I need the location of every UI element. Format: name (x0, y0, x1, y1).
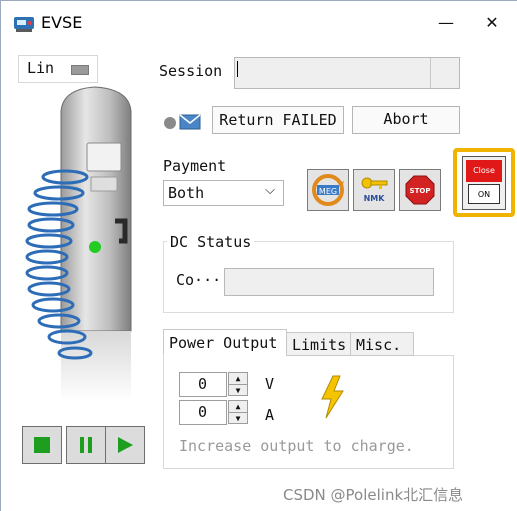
evse-app-icon (14, 17, 34, 32)
svg-text:NMK: NMK (364, 194, 386, 203)
dc-status-field (224, 268, 434, 296)
close-toggle-bottom: ON (468, 184, 500, 204)
svg-text:STOP: STOP (410, 187, 431, 195)
meg-icon: MEG (312, 174, 344, 206)
nmk-button[interactable]: NMK (353, 169, 395, 211)
pause-button[interactable] (66, 426, 106, 464)
return-failed-button[interactable]: Return FAILED (212, 106, 344, 134)
meg-button[interactable]: MEG (307, 169, 349, 211)
arrow-up-icon[interactable]: ▲ (229, 401, 247, 412)
connection-status-icon (164, 114, 201, 130)
current-unit: A (265, 406, 275, 424)
current-input[interactable]: 0 (179, 400, 227, 425)
session-field-divider (430, 58, 431, 88)
arrow-down-icon[interactable]: ▼ (229, 384, 247, 396)
stop-sign-icon: STOP (405, 175, 435, 205)
voltage-unit: V (265, 375, 275, 393)
pause-icon (80, 437, 92, 453)
charger-station-image (25, 86, 132, 401)
lin-indicator: Lin (18, 55, 98, 83)
window-title: EVSE (41, 13, 83, 32)
dc-status-title: DC Status (167, 233, 255, 251)
close-toggle-button[interactable]: Close ON (462, 156, 506, 210)
tab-limits[interactable]: Limits (286, 332, 351, 356)
tab-power-output[interactable]: Power Output (163, 329, 287, 356)
watermark-text: CSDN @Polelink北汇信息 (283, 486, 464, 504)
lin-status-led (71, 65, 89, 75)
voltage-stepper[interactable]: ▲ ▼ (228, 372, 248, 396)
tab-misc[interactable]: Misc. (350, 332, 414, 356)
close-toggle-top: Close (466, 160, 502, 182)
voltage-input[interactable]: 0 (179, 372, 227, 397)
nmk-icon: NMK (361, 177, 388, 203)
session-field[interactable] (234, 57, 460, 89)
payment-label: Payment (163, 157, 227, 175)
title-bar: EVSE — ✕ (1, 1, 517, 43)
text-cursor (237, 61, 238, 77)
arrow-up-icon[interactable]: ▲ (229, 373, 247, 384)
chevron-down-icon: ⌵ (265, 183, 275, 198)
dc-status-row-label: Co··· (176, 271, 222, 289)
payment-selected-value: Both (168, 184, 205, 202)
power-output-hint: Increase output to charge. (179, 437, 414, 455)
close-window-button[interactable]: ✕ (477, 11, 507, 35)
lightning-bolt-icon (321, 375, 344, 419)
play-button[interactable] (105, 426, 145, 464)
stop-button[interactable] (22, 426, 62, 464)
abort-button[interactable]: Abort (352, 106, 460, 134)
current-stepper[interactable]: ▲ ▼ (228, 400, 248, 424)
lin-label: Lin (27, 59, 55, 77)
minimize-button[interactable]: — (431, 11, 461, 35)
play-icon (118, 437, 133, 453)
stop-icon (34, 437, 50, 453)
svg-text:MEG: MEG (319, 187, 337, 196)
payment-select[interactable]: Both ⌵ (163, 180, 284, 206)
stop-sign-button[interactable]: STOP (399, 169, 441, 211)
evse-window: EVSE — ✕ Lin Session Return FAILED Abort… (0, 0, 517, 511)
arrow-down-icon[interactable]: ▼ (229, 412, 247, 424)
session-label: Session (159, 62, 223, 80)
